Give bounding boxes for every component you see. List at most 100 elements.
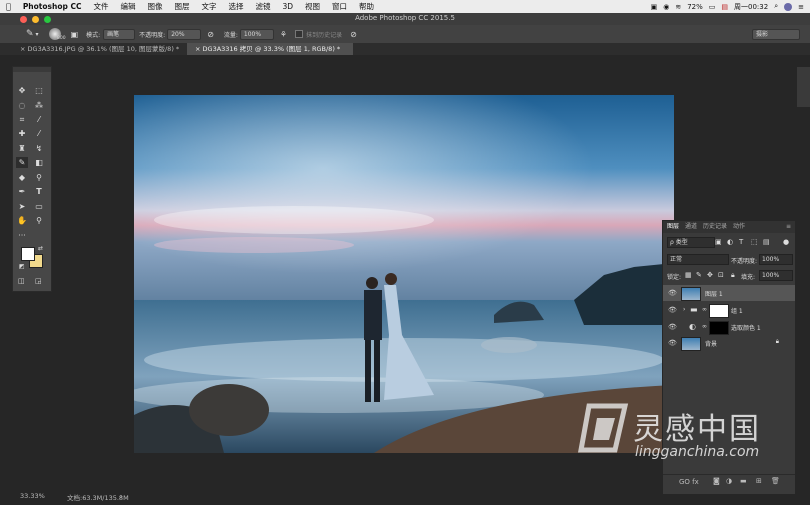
pressure-size-icon[interactable]: ⊘ — [350, 30, 357, 39]
tab-actions[interactable]: 动作 — [733, 221, 745, 233]
eraser-tool-icon[interactable]: ✎ — [16, 157, 28, 168]
menu-list-icon[interactable]: ≡ — [798, 3, 804, 11]
eye-icon[interactable]: 👁︎ — [668, 289, 677, 297]
opacity-field[interactable]: 20% — [167, 28, 202, 40]
lock-position-icon[interactable]: ✥ — [707, 271, 713, 279]
filter-adjustment-icon[interactable]: ◐ — [727, 238, 733, 246]
shape-tool-icon[interactable]: ▭ — [33, 201, 45, 212]
battery-icon[interactable]: ▭ — [709, 3, 716, 11]
eye-icon[interactable]: 👁︎ — [668, 339, 677, 347]
fill-field[interactable]: 100% — [759, 270, 793, 281]
layer-row-selective-color[interactable]: 👁︎ ◐ ∞ 选取颜色 1 — [663, 319, 795, 335]
chevron-right-icon[interactable]: › — [683, 306, 685, 313]
tab-history[interactable]: 历史记录 — [703, 221, 727, 233]
panel-menu-icon[interactable]: ≡ — [786, 221, 791, 233]
workspace-select[interactable]: 摄影 — [752, 28, 800, 40]
menu-file[interactable]: 文件 — [87, 1, 114, 12]
swap-colors-icon[interactable]: ⇄ — [38, 245, 43, 252]
user-avatar[interactable] — [784, 2, 793, 11]
filter-type-icon[interactable]: T — [739, 238, 743, 246]
cast-icon[interactable]: ▣ — [651, 3, 658, 11]
crop-tool-icon[interactable]: ⌗ — [16, 114, 28, 125]
menu-view[interactable]: 视图 — [299, 1, 326, 12]
quick-select-tool-icon[interactable]: ⁂ — [33, 100, 45, 111]
dodge-tool-icon[interactable]: ⚲ — [33, 172, 45, 183]
app-menu[interactable]: Photoshop CC — [17, 2, 88, 11]
filter-toggle-icon[interactable]: ● — [783, 238, 789, 246]
tab-document-1[interactable]: × DG3A3316.JPG @ 36.1% (图层 10, 图层蒙版/8) * — [12, 43, 195, 55]
layer-opacity-field[interactable]: 100% — [759, 254, 793, 265]
eye-icon[interactable]: 👁︎ — [668, 323, 677, 331]
layer-row-layer1[interactable]: 👁︎ 图层 1 — [663, 285, 795, 301]
airbrush-icon[interactable]: ⚘ — [280, 30, 287, 39]
lasso-tool-icon[interactable]: ◌ — [16, 100, 28, 111]
lock-artboard-icon[interactable]: ⊡ — [718, 271, 724, 279]
menu-layer[interactable]: 图层 — [168, 1, 195, 12]
healing-brush-tool-icon[interactable]: ✚ — [16, 128, 28, 139]
layer-row-background[interactable]: 👁︎ 背景 🔒︎ — [663, 335, 795, 351]
collapsed-panel-strip[interactable] — [796, 66, 810, 108]
add-mask-icon[interactable]: ◙ — [713, 477, 720, 485]
apple-icon[interactable]:  — [0, 2, 17, 11]
menu-window[interactable]: 窗口 — [326, 1, 353, 12]
chevron-right-icon[interactable]: › — [120, 492, 123, 500]
blur-tool-icon[interactable]: ◆ — [16, 172, 28, 183]
menu-image[interactable]: 图像 — [141, 1, 168, 12]
new-adjustment-icon[interactable]: ◑ — [726, 477, 732, 485]
layer-name[interactable]: 选取颜色 1 — [731, 323, 761, 332]
search-icon[interactable]: ⌕ — [774, 2, 778, 11]
foreground-color-swatch[interactable] — [21, 247, 35, 261]
clone-stamp-tool-icon[interactable]: ♜ — [16, 143, 28, 154]
menu-3d[interactable]: 3D — [276, 2, 299, 11]
toolbar-grip[interactable] — [13, 67, 51, 72]
new-group-icon[interactable]: ▬ — [740, 477, 747, 485]
pressure-opacity-icon[interactable]: ⊘ — [207, 30, 214, 39]
clock[interactable]: 周一00:32 — [734, 2, 768, 12]
menu-type[interactable]: 文字 — [195, 1, 222, 12]
close-icon[interactable]: × — [20, 45, 25, 53]
flow-field[interactable]: 100% — [239, 28, 274, 40]
zoom-tool-icon[interactable]: ⚲ — [33, 215, 45, 226]
screen-mode-icon[interactable]: ◲ — [35, 277, 42, 285]
zoom-level[interactable]: 33.33% — [20, 492, 45, 500]
pen-tool-icon[interactable]: ✒ — [16, 186, 28, 197]
menu-edit[interactable]: 编辑 — [114, 1, 141, 12]
lock-transparency-icon[interactable]: ▦ — [685, 271, 692, 279]
type-tool-icon[interactable]: T — [33, 186, 45, 197]
layer-name[interactable]: 背景 — [705, 339, 717, 348]
more-tools-icon[interactable]: ··· — [16, 230, 28, 241]
default-colors-icon[interactable]: ◩ — [19, 263, 25, 270]
link-layers-icon[interactable]: GO fx — [679, 478, 699, 486]
layer-filter[interactable]: ρ 类型 — [667, 237, 715, 248]
blend-mode-select[interactable]: 正常 — [667, 254, 729, 265]
lock-all-icon[interactable]: 🔒︎ — [731, 271, 735, 280]
tab-document-2[interactable]: × DG3A3316 拷贝 @ 33.3% (图层 1, RGB/8) * — [187, 43, 353, 55]
history-brush-tool-icon[interactable]: ↯ — [33, 143, 45, 154]
delete-layer-icon[interactable]: 🗑︎ — [771, 477, 780, 485]
tab-channels[interactable]: 通道 — [685, 221, 697, 233]
brush-panel-icon[interactable]: ▣ — [71, 30, 79, 39]
eyedropper-tool-icon[interactable]: ⁄ — [33, 114, 45, 125]
menu-filter[interactable]: 滤镜 — [249, 1, 276, 12]
layer-name[interactable]: 图层 1 — [705, 289, 723, 298]
layer-row-group1[interactable]: 👁︎ › ▬ ∞ 组 1 — [663, 302, 795, 318]
filter-pixel-icon[interactable]: ▣ — [715, 238, 722, 246]
quick-mask-icon[interactable]: ◫ — [18, 277, 25, 285]
wifi-icon[interactable]: ≋ — [675, 3, 681, 11]
eraser-icon[interactable]: ✎ — [26, 29, 34, 39]
new-layer-icon[interactable]: ⊞ — [756, 477, 762, 485]
gradient-tool-icon[interactable]: ◧ — [33, 157, 45, 168]
lock-pixels-icon[interactable]: ✎ — [696, 271, 702, 279]
tab-layers[interactable]: 图层 — [667, 221, 679, 233]
layer-name[interactable]: 组 1 — [731, 306, 743, 315]
filter-smart-icon[interactable]: ▤ — [763, 238, 770, 246]
filter-shape-icon[interactable]: ⬚ — [751, 238, 758, 246]
flag-icon[interactable]: ▤ — [721, 3, 728, 11]
status-icon[interactable]: ◉ — [663, 3, 669, 11]
mode-select[interactable]: 画笔 — [103, 28, 136, 40]
marquee-tool-icon[interactable]: ⬚ — [33, 85, 45, 96]
menu-help[interactable]: 帮助 — [353, 1, 380, 12]
move-tool-icon[interactable]: ✥ — [16, 85, 28, 96]
hand-tool-icon[interactable]: ✋ — [16, 215, 28, 226]
eye-icon[interactable]: 👁︎ — [668, 306, 677, 314]
